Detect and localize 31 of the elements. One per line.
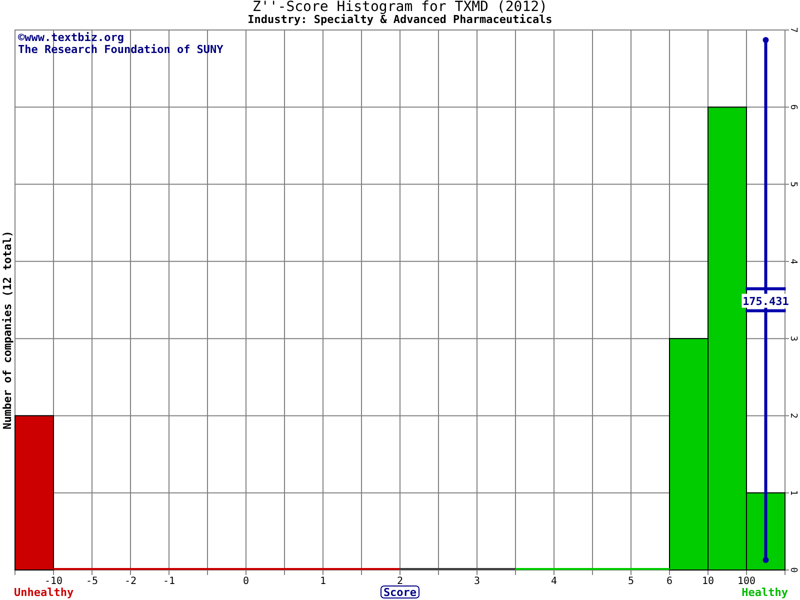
x-axis-title: Score [383, 586, 417, 599]
axis-tick-label: -5 [86, 576, 98, 587]
axis-tick-label: 10 [702, 576, 714, 587]
chart-title: Z''-Score Histogram for TXMD (2012) [252, 0, 548, 14]
axis-title: Number of companies (12 total) [1, 230, 14, 430]
value-label: 175.431 [742, 294, 789, 308]
axis-tick-label: 3 [474, 576, 480, 587]
axis-tick-label: 6 [666, 576, 673, 587]
axis-tick-label: -10 [44, 576, 63, 587]
axis-tick-label: 1 [320, 576, 326, 587]
axis-tick-label: 0 [242, 576, 250, 587]
axis-tick-label: 1 [788, 490, 798, 496]
axis-tick-label: 5 [628, 576, 634, 587]
axis-tick-label: 7 [788, 27, 798, 33]
axis-tick-label: 100 [737, 576, 756, 587]
axis-tick-label: -1 [162, 576, 176, 587]
scale-end-label: Unhealthy [14, 586, 74, 599]
axis-tick-label: 6 [788, 104, 798, 110]
axis-tick-label: 4 [788, 258, 798, 264]
axis-tick-label: 2 [396, 576, 404, 587]
axis-tick-label: 3 [788, 336, 798, 342]
axis-tick-label: 0 [788, 567, 798, 573]
axis-tick-label: 5 [788, 182, 798, 187]
copyright-text: The Research Foundation of SUNY [18, 43, 224, 56]
axis-tick-label: -2 [124, 576, 137, 587]
scale-end-label: Healthy [742, 586, 788, 599]
axis-tick-label: 2 [788, 413, 798, 418]
chart-subtitle: Industry: Specialty & Advanced Pharmaceuticals [248, 14, 552, 26]
axis-tick-label: 4 [550, 576, 558, 587]
axis-title: Score [380, 586, 420, 599]
copyright-text: ©www.textbiz.org [18, 31, 124, 44]
